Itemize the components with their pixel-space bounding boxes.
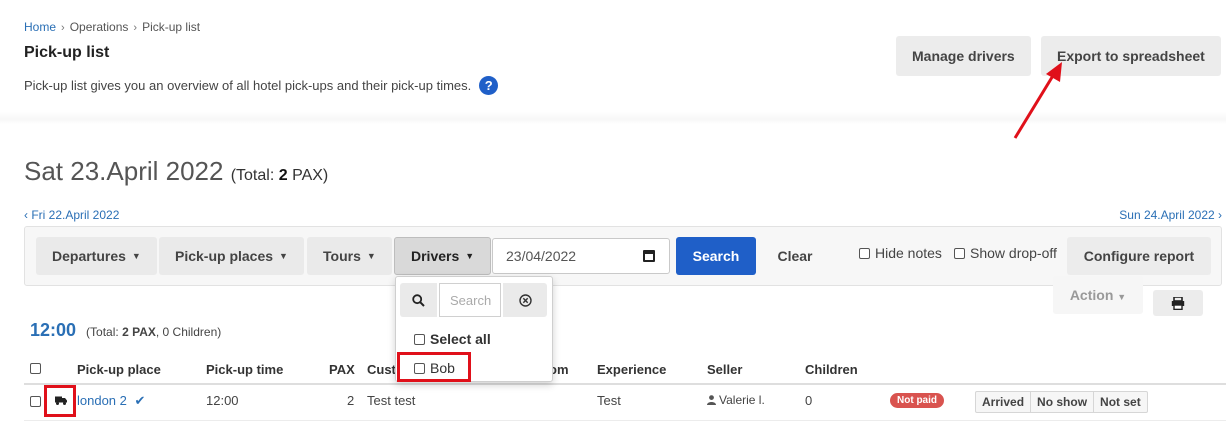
chevron-down-icon: ▼: [279, 251, 288, 261]
no-show-button[interactable]: No show: [1031, 392, 1095, 412]
table-row: london 2 ✔: [77, 393, 145, 409]
checkbox-icon[interactable]: [414, 362, 425, 374]
search-button[interactable]: Search: [676, 237, 756, 275]
date-heading: Sat 23.April 2022 (Total: 2 PAX): [24, 156, 329, 186]
checkbox-icon[interactable]: [954, 247, 965, 259]
truck-icon[interactable]: [55, 396, 67, 405]
pickup-place-link[interactable]: london 2: [77, 393, 127, 408]
clear-button[interactable]: Clear: [765, 237, 825, 275]
print-button[interactable]: [1153, 290, 1203, 316]
pickup-places-dropdown[interactable]: Pick-up places ▼: [159, 237, 304, 275]
customer-link[interactable]: Test test: [367, 393, 415, 408]
pickup-time-cell: 12:00: [206, 393, 239, 408]
checkbox-icon[interactable]: [414, 333, 425, 345]
arrived-button[interactable]: Arrived: [976, 392, 1032, 412]
breadcrumb-current: Pick-up list: [142, 20, 201, 34]
print-icon: [1171, 296, 1185, 310]
table-header-divider: [24, 383, 1226, 385]
status-badge: Not paid: [890, 393, 944, 408]
chevron-down-icon: ▼: [131, 251, 141, 261]
row-divider: [24, 420, 1226, 421]
search-icon: [412, 293, 425, 307]
column-header[interactable]: Pick-up time: [206, 362, 283, 377]
column-header[interactable]: Children: [805, 362, 858, 377]
column-header[interactable]: Experience: [597, 362, 666, 377]
select-all-drivers-checkbox[interactable]: Select all: [414, 331, 491, 347]
pax-cell: 2: [347, 393, 355, 408]
attendance-button-group: Arrived No show Not set: [975, 391, 1148, 413]
column-header[interactable]: Cust: [367, 362, 396, 377]
chevron-down-icon: ▼: [366, 251, 376, 261]
user-icon: [707, 395, 716, 405]
column-header[interactable]: Seller: [707, 362, 742, 377]
previous-day-link[interactable]: ‹ Fri 22.April 2022: [24, 208, 119, 222]
row-checkbox[interactable]: [30, 396, 41, 407]
children-cell: 0: [805, 393, 813, 408]
experience-link[interactable]: Test: [597, 393, 621, 408]
driver-option-bob[interactable]: Bob: [414, 360, 455, 376]
column-header[interactable]: Pick-up place: [77, 362, 161, 377]
not-set-button[interactable]: Not set: [1094, 392, 1147, 412]
next-day-link[interactable]: Sun 24.April 2022 ›: [1119, 208, 1222, 222]
clear-circle-icon: [518, 293, 532, 307]
hide-notes-checkbox[interactable]: Hide notes: [859, 245, 942, 261]
seller-cell: Valerie l.: [707, 393, 765, 407]
breadcrumb: Home › Operations › Pick-up list: [24, 20, 201, 34]
clear-search-button[interactable]: [503, 283, 547, 317]
show-dropoff-checkbox[interactable]: Show drop-off: [954, 245, 1057, 261]
select-all-rows-checkbox[interactable]: [30, 363, 41, 374]
calendar-icon[interactable]: [643, 250, 655, 262]
breadcrumb-operations[interactable]: Operations: [70, 20, 129, 34]
drivers-dropdown[interactable]: Drivers ▼: [394, 237, 492, 275]
checkbox-icon[interactable]: [859, 247, 870, 259]
column-header[interactable]: PAX: [329, 362, 355, 377]
chevron-down-icon: ▼: [1117, 292, 1127, 302]
help-icon[interactable]: ?: [479, 76, 499, 95]
breadcrumb-home[interactable]: Home: [24, 20, 56, 34]
annotation-arrow-icon: [1013, 62, 1062, 139]
dropdown-search-button[interactable]: [400, 283, 437, 317]
driver-search-input[interactable]: Search: [439, 283, 501, 317]
tours-dropdown[interactable]: Tours ▼: [307, 237, 392, 275]
configure-report-button[interactable]: Configure report: [1067, 237, 1211, 275]
chevron-down-icon: ▼: [465, 251, 475, 261]
departures-dropdown[interactable]: Departures ▼: [36, 237, 157, 275]
page-description: Pick-up list gives you an overview of al…: [24, 76, 499, 95]
page-title: Pick-up list: [24, 44, 110, 61]
check-icon: ✔: [134, 393, 146, 408]
time-group-heading: 12:00 (Total: 2 PAX, 0 Children): [30, 320, 222, 340]
action-dropdown[interactable]: Action ▼: [1053, 276, 1143, 314]
date-field[interactable]: 23/04/2022: [492, 238, 670, 274]
